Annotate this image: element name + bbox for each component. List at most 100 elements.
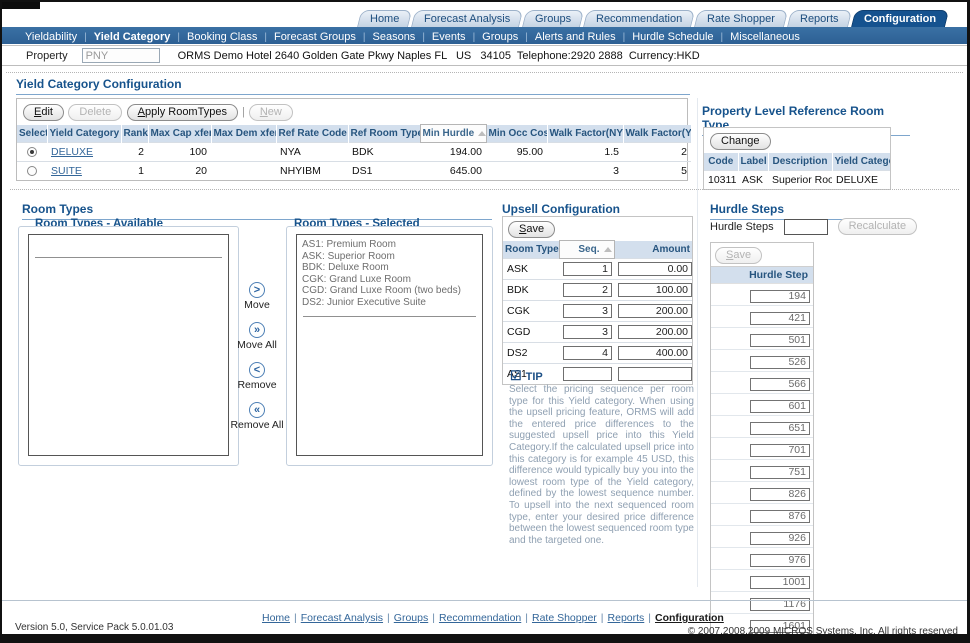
row-select-radio[interactable] [27, 147, 37, 157]
footer-link-reports[interactable]: Reports [608, 612, 645, 624]
hurdle-step-input[interactable] [750, 400, 810, 413]
column-header-min-occ-cost[interactable]: Min Occ Cost [486, 125, 547, 143]
column-header-yield-category[interactable]: Yield Category [832, 153, 890, 171]
menu-item-groups[interactable]: Groups [475, 31, 525, 43]
tab-recommendation[interactable]: Recommendation [583, 10, 696, 28]
hurdle-step-input[interactable] [750, 576, 810, 589]
hurdle-step-input[interactable] [750, 378, 810, 391]
amount-input[interactable] [618, 367, 692, 381]
seq-input[interactable] [563, 283, 612, 297]
column-header-seq[interactable]: Seq. [559, 241, 614, 259]
table-row [711, 504, 813, 526]
column-header-description[interactable]: Description [768, 153, 832, 171]
double-chevron-right-icon[interactable]: » [249, 322, 265, 338]
double-chevron-left-icon[interactable]: « [249, 402, 265, 418]
room-types-selected-listbox[interactable]: AS1: Premium RoomASK: Superior RoomBDK: … [296, 234, 483, 456]
chevron-right-icon[interactable]: > [249, 282, 265, 298]
tab-groups[interactable]: Groups [522, 10, 585, 28]
yield-category-link[interactable]: SUITE [51, 165, 82, 177]
hurdle-step-input[interactable] [750, 422, 810, 435]
yield-category-link[interactable]: DELUXE [51, 146, 93, 158]
menu-item-alerts-and-rules[interactable]: Alerts and Rules [528, 31, 623, 43]
seq-input[interactable] [563, 304, 612, 318]
apply-roomtypes-button[interactable]: Apply RoomTypes [127, 104, 238, 121]
column-header-room-type[interactable]: Room Type [503, 241, 559, 259]
column-header-min-hurdle[interactable]: Min Hurdle [420, 125, 486, 143]
edit-button[interactable]: Edit [23, 104, 64, 121]
column-header-code[interactable]: Code [704, 153, 738, 171]
list-item[interactable]: CGD: Grand Luxe Room (two beds) [297, 285, 482, 297]
list-item[interactable]: DS2: Junior Executive Suite [297, 297, 482, 309]
tab-home[interactable]: Home [356, 10, 412, 28]
column-header-max-cap-xfer[interactable]: Max Cap xfer [148, 125, 211, 143]
menu-item-miscellaneous[interactable]: Miscellaneous [723, 31, 807, 43]
menu-item-forecast-groups[interactable]: Forecast Groups [267, 31, 363, 43]
column-header-amount[interactable]: Amount [614, 241, 692, 259]
footer-link-recommendation[interactable]: Recommendation [439, 612, 521, 624]
table-row: DELUXE2100NYABDK194.0095.001.52 [17, 143, 691, 162]
seq-input[interactable] [563, 346, 612, 360]
footer-separator: | [525, 612, 528, 624]
amount-input[interactable] [618, 304, 692, 318]
hurdle-step-input[interactable] [750, 532, 810, 545]
footer-link-forecast-analysis[interactable]: Forecast Analysis [301, 612, 383, 624]
seq-input[interactable] [563, 325, 612, 339]
seq-input[interactable] [563, 367, 612, 381]
footer-link-groups[interactable]: Groups [394, 612, 428, 624]
hurdle-step-input[interactable] [750, 466, 810, 479]
list-item[interactable]: CGK: Grand Luxe Room [297, 274, 482, 286]
menu-item-yield-category[interactable]: Yield Category [87, 31, 178, 43]
property-input[interactable] [82, 48, 160, 63]
menu-item-yieldability[interactable]: Yieldability [18, 31, 84, 43]
column-header-label[interactable]: Label [738, 153, 768, 171]
hurdle-step-input[interactable] [750, 356, 810, 369]
column-header-ref-room-type[interactable]: Ref Room Type [348, 125, 420, 143]
tab-configuration[interactable]: Configuration [851, 10, 950, 28]
amount-input[interactable] [618, 346, 692, 360]
hurdle-save-button-top[interactable]: Save [715, 247, 762, 264]
amount-input[interactable] [618, 325, 692, 339]
menu-item-hurdle-schedule[interactable]: Hurdle Schedule [625, 31, 720, 43]
footer-link-home[interactable]: Home [262, 612, 290, 624]
hurdle-step-input[interactable] [750, 334, 810, 347]
amount-input[interactable] [618, 262, 692, 276]
tab-reports[interactable]: Reports [787, 10, 852, 28]
list-item[interactable]: AS1: Premium Room [297, 239, 482, 251]
column-header-max-dem-xfer[interactable]: Max Dem xfer [211, 125, 276, 143]
hurdle-step-input[interactable] [750, 488, 810, 501]
hurdle-step-input[interactable] [750, 290, 810, 303]
delete-button[interactable]: Delete [68, 104, 122, 121]
row-select-radio[interactable] [27, 166, 37, 176]
amount-input[interactable] [618, 283, 692, 297]
hurdle-steps-count-input[interactable] [784, 219, 828, 235]
room-types-available-listbox[interactable] [28, 234, 229, 456]
hurdle-step-input[interactable] [750, 312, 810, 325]
column-header-ref-rate-code[interactable]: Ref Rate Code [276, 125, 348, 143]
hurdle-step-input[interactable] [750, 444, 810, 457]
column-header-walk-factor-ny[interactable]: Walk Factor(NY) [547, 125, 623, 143]
seq-input[interactable] [563, 262, 612, 276]
tab-forecast-analysis[interactable]: Forecast Analysis [411, 10, 524, 28]
list-item[interactable]: ASK: Superior Room [297, 251, 482, 263]
column-header-walk-factor-y[interactable]: Walk Factor(Y) [623, 125, 691, 143]
menu-item-seasons[interactable]: Seasons [366, 31, 423, 43]
column-header-select[interactable]: Select [17, 125, 47, 143]
new-button[interactable]: New [249, 104, 293, 121]
column-header-hurdle-step[interactable]: Hurdle Step [711, 266, 813, 284]
upsell-save-button[interactable]: Save [508, 221, 555, 238]
column-header-rank[interactable]: Rank [121, 125, 148, 143]
footer-link-rate-shopper[interactable]: Rate Shopper [532, 612, 597, 624]
chevron-left-icon[interactable]: < [249, 362, 265, 378]
recalculate-button[interactable]: Recalculate [838, 218, 917, 235]
list-item[interactable]: BDK: Deluxe Room [297, 262, 482, 274]
footer-separator: | [387, 612, 390, 624]
footer-link-configuration[interactable]: Configuration [655, 612, 724, 624]
hurdle-step-input[interactable] [750, 554, 810, 567]
hurdle-step-input[interactable] [750, 510, 810, 523]
menu-item-booking-class[interactable]: Booking Class [180, 31, 264, 43]
menu-item-events[interactable]: Events [425, 31, 473, 43]
change-button[interactable]: Change [710, 133, 771, 150]
tab-rate-shopper[interactable]: Rate Shopper [694, 10, 788, 28]
table-row [711, 372, 813, 394]
column-header-yield-category[interactable]: Yield Category [47, 125, 121, 143]
